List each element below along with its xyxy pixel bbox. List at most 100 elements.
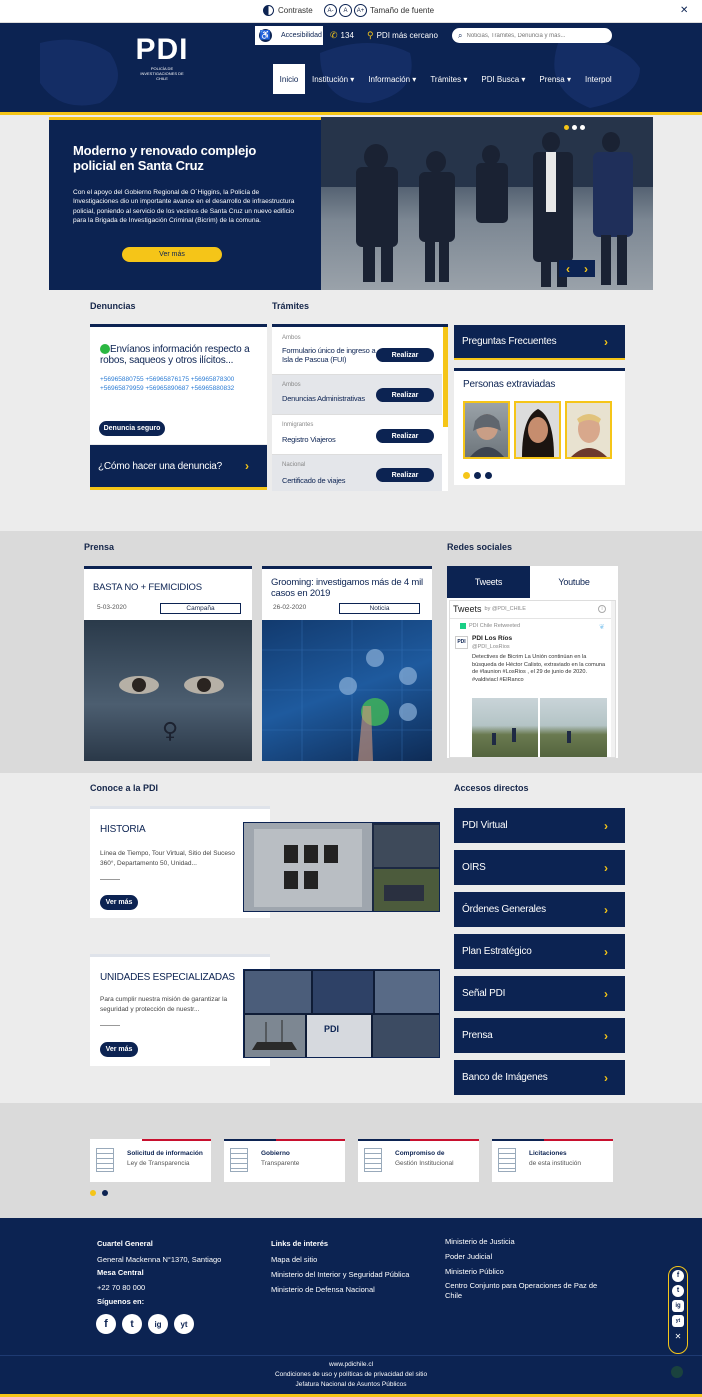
acceso-oirs[interactable]: OIRS › bbox=[454, 850, 625, 885]
facebook-icon[interactable]: f bbox=[672, 1270, 684, 1282]
ver-mas-button[interactable]: Ver más bbox=[100, 895, 138, 910]
pagination-dot[interactable] bbox=[90, 1190, 96, 1196]
pagination-dot[interactable] bbox=[572, 125, 577, 130]
pagination-dot[interactable] bbox=[463, 472, 470, 479]
conoce-heading: Conoce a la PDI bbox=[90, 783, 159, 793]
how-to-report-link[interactable]: ¿Cómo hacer una denuncia? › bbox=[90, 445, 267, 490]
nav-item-institucion[interactable]: Institución ▾ bbox=[305, 75, 361, 84]
news-card[interactable]: Grooming: investigamos más de 4 mil caso… bbox=[262, 566, 432, 761]
pagination-dot[interactable] bbox=[485, 472, 492, 479]
avatar: PDI bbox=[455, 636, 468, 649]
acceso-plan-estrategico[interactable]: Plan Estratégico › bbox=[454, 934, 625, 969]
font-decrease-button[interactable]: A- bbox=[324, 4, 337, 17]
tab-youtube[interactable]: Youtube bbox=[530, 566, 618, 598]
nav-item-pdi-busca[interactable]: PDI Busca ▾ bbox=[474, 75, 532, 84]
footer-link[interactable]: Ministerio de Defensa Nacional bbox=[271, 1285, 375, 1294]
carousel-prev-button[interactable]: ‹ bbox=[559, 262, 577, 276]
accessibility-button[interactable]: ♿ Accesibilidad bbox=[255, 26, 323, 45]
pdi-logo[interactable]: PDI POLICÍA DE INVESTIGACIONES DE CHILE bbox=[134, 35, 190, 82]
phone-link[interactable]: ✆ 134 bbox=[330, 30, 354, 41]
redes-heading: Redes sociales bbox=[447, 542, 513, 552]
close-icon[interactable]: ✕ bbox=[675, 1332, 682, 1341]
transparency-link[interactable]: Gobierno Transparente bbox=[224, 1139, 345, 1182]
denuncias-phones[interactable]: +56965880755 +56965876175 +56965878300 +… bbox=[100, 375, 260, 393]
nav-item-interpol[interactable]: Interpol bbox=[578, 75, 619, 84]
arrow-right-icon: › bbox=[604, 1070, 608, 1085]
footer-link[interactable]: Poder Judicial bbox=[445, 1252, 492, 1261]
missing-person-photo[interactable] bbox=[565, 401, 612, 459]
arrow-right-icon: › bbox=[604, 860, 608, 875]
document-icon bbox=[364, 1148, 382, 1172]
missing-persons-card: Personas extraviadas bbox=[454, 368, 625, 485]
ver-mas-button[interactable]: Ver más bbox=[100, 1042, 138, 1057]
transparency-link[interactable]: Compromiso de Gestión Institucional bbox=[358, 1139, 479, 1182]
instagram-icon[interactable]: ig bbox=[672, 1300, 684, 1312]
scroll-top-button[interactable] bbox=[671, 1366, 683, 1378]
pagination-dot[interactable] bbox=[580, 125, 585, 130]
acceso-ordenes-generales[interactable]: Órdenes Generales › bbox=[454, 892, 625, 927]
font-increase-button[interactable]: A+ bbox=[354, 4, 367, 17]
nav-item-prensa[interactable]: Prensa ▾ bbox=[532, 75, 578, 84]
footer-link[interactable]: Mapa del sitio bbox=[271, 1255, 317, 1264]
footer-link[interactable]: Centro Conjunto para Operaciones de Paz … bbox=[445, 1281, 610, 1300]
arrow-right-icon: › bbox=[245, 459, 249, 473]
twitter-icon[interactable]: t bbox=[122, 1314, 142, 1334]
pagination-dot[interactable] bbox=[102, 1190, 108, 1196]
twitter-timeline[interactable]: Tweets by @PDI_CHILE i PDI Chile Retweete… bbox=[449, 600, 616, 758]
tab-tweets[interactable]: Tweets bbox=[447, 566, 530, 598]
youtube-icon[interactable]: yt bbox=[672, 1315, 684, 1327]
news-tag[interactable]: Noticia bbox=[339, 603, 420, 614]
info-icon[interactable]: i bbox=[598, 605, 606, 613]
pagination-dot[interactable] bbox=[474, 472, 481, 479]
instagram-icon[interactable]: ig bbox=[148, 1314, 168, 1334]
carousel-next-button[interactable]: › bbox=[577, 262, 595, 276]
close-icon[interactable]: ✕ bbox=[680, 5, 688, 16]
news-tag[interactable]: Campaña bbox=[160, 603, 241, 614]
transparency-link[interactable]: Licitaciones de esta institución bbox=[492, 1139, 613, 1182]
font-reset-button[interactable]: A bbox=[339, 4, 352, 17]
transparency-link[interactable]: Solicitud de información Ley de Transpar… bbox=[90, 1139, 211, 1182]
prensa-heading: Prensa bbox=[84, 542, 115, 552]
timeline-scrollbar[interactable] bbox=[611, 601, 615, 757]
search-box[interactable]: ⌕ bbox=[452, 28, 612, 43]
realizar-button[interactable]: Realizar bbox=[376, 348, 434, 362]
footer-link[interactable]: Ministerio de Justicia bbox=[445, 1237, 515, 1246]
denuncia-seguro-button[interactable]: Denuncia seguro bbox=[99, 421, 165, 436]
twitter-icon[interactable]: t bbox=[672, 1285, 684, 1297]
nearest-pdi-link[interactable]: ⚲ PDI más cercano bbox=[367, 30, 438, 41]
footer-link[interactable]: Ministerio del Interior y Seguridad Públ… bbox=[271, 1270, 409, 1279]
acceso-banco-imagenes[interactable]: Banco de Imágenes › bbox=[454, 1060, 625, 1095]
faq-link[interactable]: Preguntas Frecuentes › bbox=[454, 325, 625, 360]
realizar-button[interactable]: Realizar bbox=[376, 388, 434, 402]
missing-person-photo[interactable] bbox=[463, 401, 510, 459]
facebook-icon[interactable]: f bbox=[96, 1314, 116, 1334]
contrast-toggle[interactable]: Contraste bbox=[263, 5, 313, 16]
nav-item-informacion[interactable]: Información ▾ bbox=[361, 75, 423, 84]
arrow-right-icon: › bbox=[604, 334, 608, 349]
acceso-senal-pdi[interactable]: Señal PDI › bbox=[454, 976, 625, 1011]
tramites-heading: Trámites bbox=[272, 301, 310, 311]
arrow-right-icon: › bbox=[604, 818, 608, 833]
hero-text-panel: Moderno y renovado complejo policial en … bbox=[49, 117, 321, 290]
accessibility-icon: ♿ bbox=[259, 29, 272, 42]
hero-ver-mas-button[interactable]: Ver más bbox=[122, 247, 222, 262]
nav-item-tramites[interactable]: Trámites ▾ bbox=[423, 75, 474, 84]
pagination-dot[interactable] bbox=[564, 125, 569, 130]
footer-link[interactable]: Ministerio Público bbox=[445, 1267, 504, 1276]
news-card[interactable]: BASTA NO + FEMICIDIOS 5-03-2020 Campaña … bbox=[84, 566, 252, 761]
nav-item-inicio[interactable]: Inicio bbox=[273, 64, 305, 94]
acceso-pdi-virtual[interactable]: PDI Virtual › bbox=[454, 808, 625, 843]
arrow-right-icon: › bbox=[604, 944, 608, 959]
youtube-icon[interactable]: yt bbox=[174, 1314, 194, 1334]
document-icon bbox=[498, 1148, 516, 1172]
arrow-right-icon: › bbox=[604, 902, 608, 917]
search-input[interactable] bbox=[466, 32, 597, 39]
realizar-button[interactable]: Realizar bbox=[376, 429, 434, 443]
missing-person-photo[interactable] bbox=[514, 401, 561, 459]
hero-pagination-dots bbox=[564, 125, 585, 130]
accesos-heading: Accesos directos bbox=[454, 783, 529, 793]
realizar-button[interactable]: Realizar bbox=[376, 468, 434, 482]
search-icon: ⌕ bbox=[458, 30, 463, 40]
tramites-scrollbar[interactable] bbox=[443, 327, 448, 427]
acceso-prensa[interactable]: Prensa › bbox=[454, 1018, 625, 1053]
